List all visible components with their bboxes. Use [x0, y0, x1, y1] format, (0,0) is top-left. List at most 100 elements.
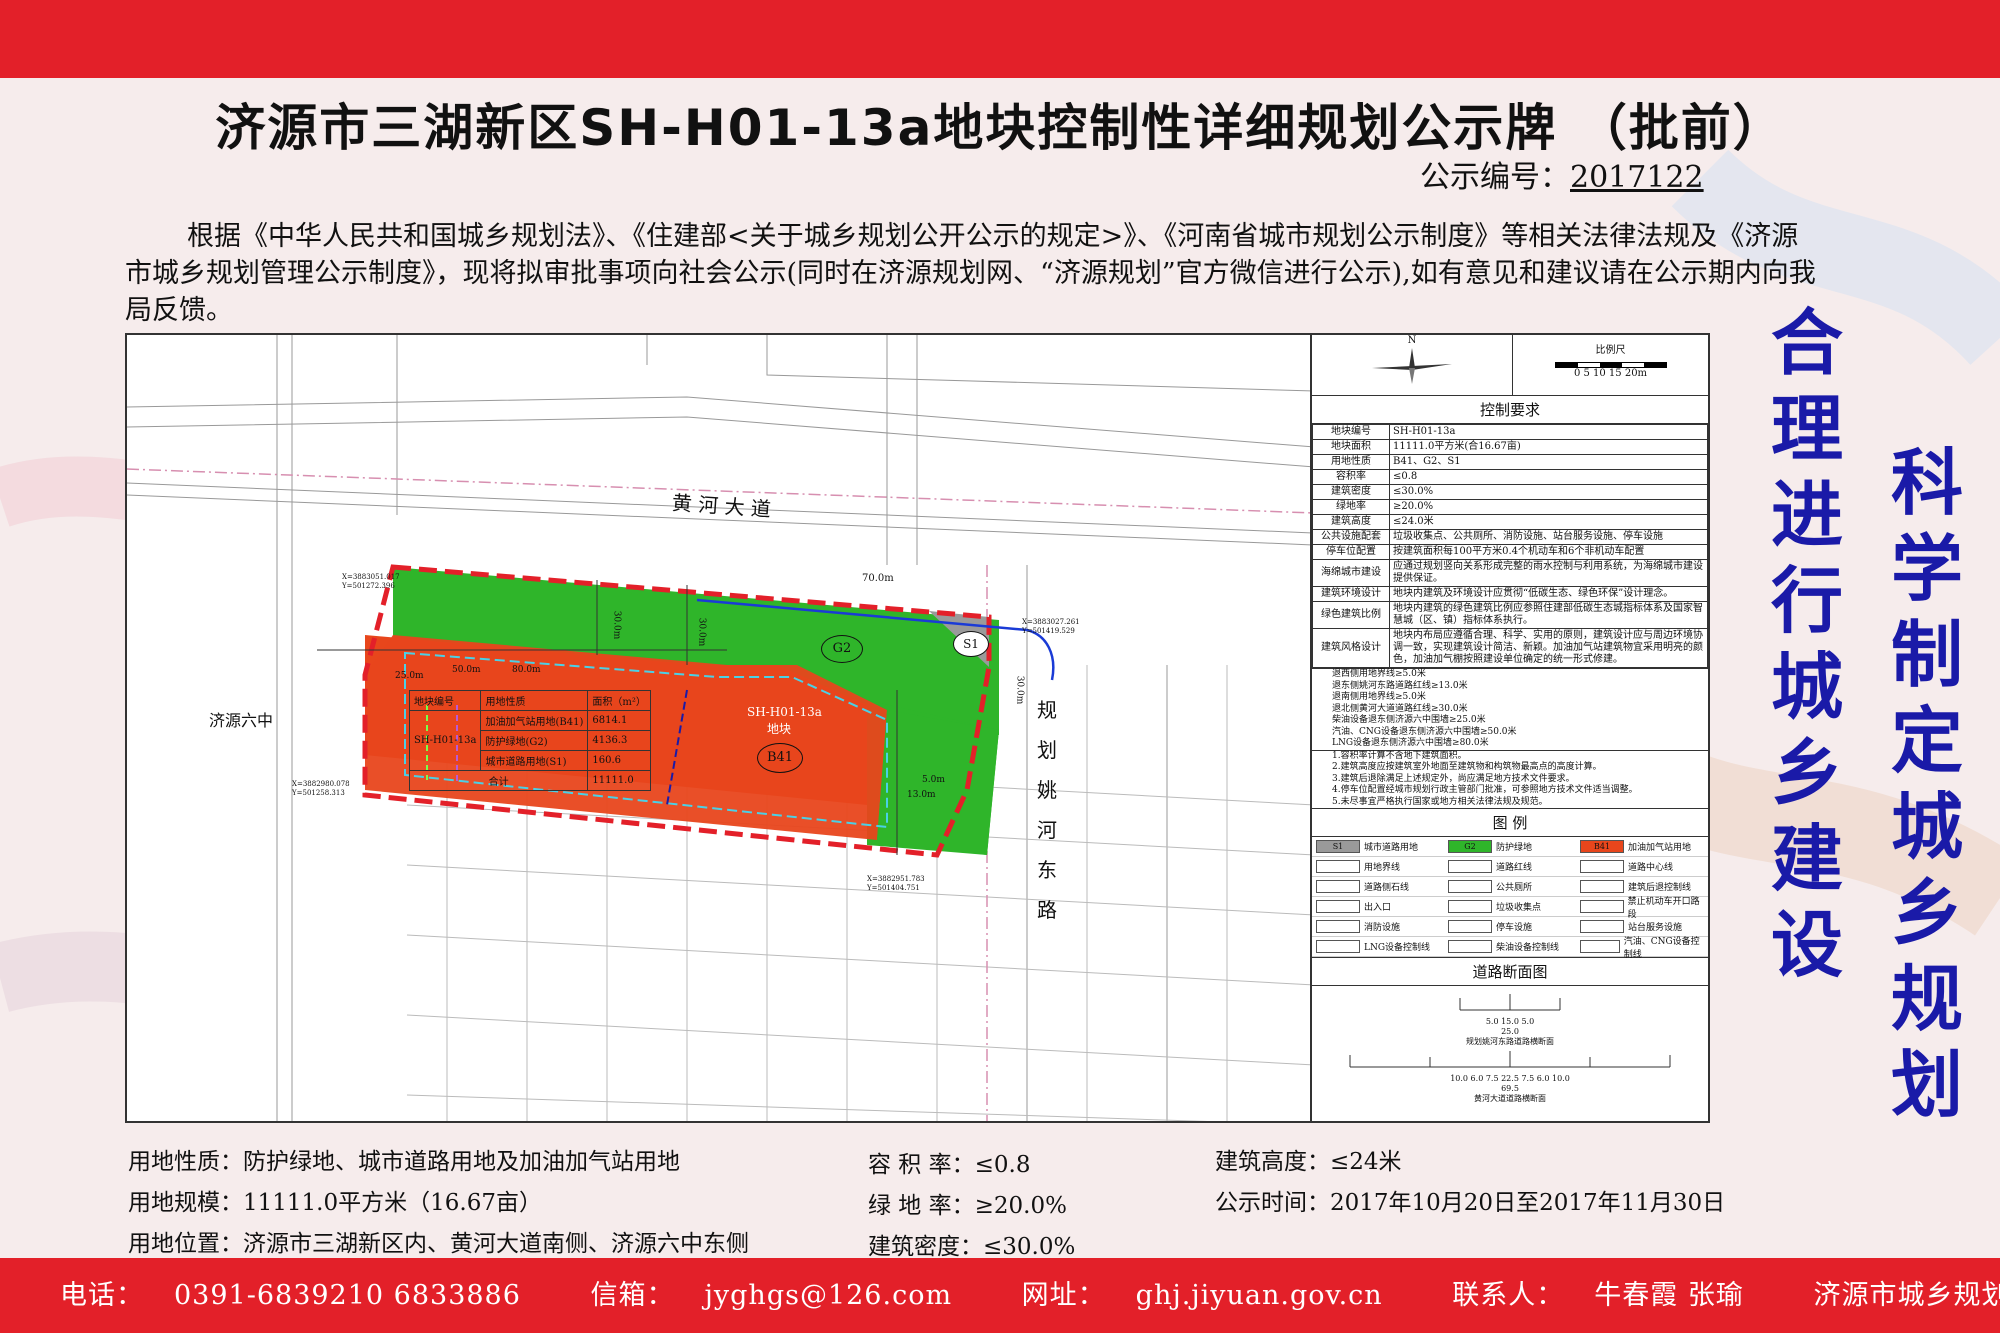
legend-item: 消防设施 [1312, 917, 1444, 937]
control-value: ≤30.0% [1389, 484, 1708, 500]
control-row: 海绵城市建设 应通过规划竖向关系形成完整的雨水控制与利用系统，为海绵城市建设提供保… [1312, 559, 1708, 587]
legend-label: 停车设施 [1496, 923, 1533, 933]
summary-period: 公示时间：2017年10月20日至2017年11月30日 [1215, 1190, 1726, 1216]
legend-label: 道路红线 [1496, 863, 1533, 873]
legend-item: 停车设施 [1444, 917, 1576, 937]
site-total: 11111.0 [587, 770, 651, 791]
legend-label: 禁止机动车开口路段 [1627, 896, 1700, 920]
control-row: 建筑高度 ≤24.0米 [1312, 514, 1708, 530]
footer-phone: 电话： 0391-6839210 6833886 [60, 1280, 521, 1311]
control-row: 地块编号 SH-H01-13a [1312, 424, 1708, 440]
slogan-left: 合理进行城乡建设 [1770, 301, 1843, 987]
legend-swatch [1580, 920, 1624, 933]
legend-swatch [1448, 860, 1492, 873]
footer-contact: 联系人： 牛春霞 张瑜 [1452, 1280, 1744, 1311]
site-plan-drawing [127, 335, 1310, 1121]
control-row: 用地性质 B41、G2、S1 [1312, 454, 1708, 470]
dim-30b: 30.0m [696, 617, 707, 647]
coord-4: X=3882951.783 Y=501404.751 [867, 875, 925, 892]
control-value: ≥20.0% [1389, 499, 1708, 515]
site-header-area: 面积（m²） [587, 690, 651, 711]
notice-number-label: 公示编号： [1420, 160, 1570, 195]
legend-label: 出入口 [1364, 903, 1392, 913]
dim-50: 50.0m [452, 665, 481, 675]
site-total-label: 合计 [408, 770, 589, 791]
control-panel: N 比例尺 0 5 10 15 20m 控制要求 地块编号 SH-H01-13a 地… [1310, 333, 1710, 1123]
control-row: 绿地率 ≥20.0% [1312, 499, 1708, 515]
legend-item: 道路红线 [1444, 857, 1576, 877]
summary-green: 绿 地 率：≥20.0% [868, 1193, 1067, 1219]
footer-mail: 信箱： jyghgs@126.com [590, 1280, 953, 1311]
control-row: 建筑风格设计 地块内布局应遵循合理、科学、实用的原则，建筑设计应与周边环境协调一致… [1312, 628, 1708, 668]
north-scale-row: N 比例尺 0 5 10 15 20m [1312, 335, 1708, 396]
control-key: 建筑高度 [1312, 514, 1390, 530]
legend-item: LNG设备控制线 [1312, 937, 1444, 957]
note-item: 2.建筑高度应按建筑室外地面至建筑物和构筑物最高点的高度计算。 [1332, 762, 1602, 772]
legend-swatch [1580, 860, 1624, 873]
control-value: SH-H01-13a [1389, 424, 1708, 440]
legend-label: 道路侧石线 [1364, 883, 1410, 893]
control-value: B41、G2、S1 [1389, 454, 1708, 470]
site-row-area: 4136.3 [587, 730, 651, 751]
notice-number-value: 2017122 [1570, 160, 1704, 195]
control-value: 地块内布局应遵循合理、科学、实用的原则，建筑设计应与周边环境协调一致，实现建筑设… [1389, 628, 1708, 668]
control-key: 用地性质 [1312, 454, 1390, 470]
legend-swatch [1316, 860, 1360, 873]
section1-total: 25.0 [1501, 1027, 1519, 1036]
note-item: 5.未尽事宜严格执行国家或地方相关法律法规及规范。 [1332, 796, 1548, 807]
setback-item: 汽油、CNG设备退东侧济源六中围墙≥50.0米 [1332, 726, 1517, 737]
summary-density: 建筑密度：≤30.0% [868, 1234, 1076, 1260]
legend-label: 公共厕所 [1496, 883, 1533, 893]
legend-swatch [1316, 940, 1360, 953]
badge-b41: B41 [757, 743, 803, 773]
control-key: 容积率 [1312, 469, 1390, 485]
legend-label: 城市道路用地 [1364, 843, 1419, 853]
legend-grid: S1 城市道路用地 G2 防护绿地 B41 加油加气站用地用地界线 道路红线 道路中心线道路侧… [1312, 837, 1708, 960]
legend-swatch [1448, 940, 1492, 953]
control-row: 公共设施配套 垃圾收集点、公共厕所、消防设施、站台服务设施、停车设施 [1312, 529, 1708, 545]
site-plan-map: 黄 河 大 道 规 划 姚 河 东 路 济源六中 SH-H01-13a 地块 B… [125, 333, 1312, 1123]
legend-swatch [1448, 880, 1492, 893]
badge-g2: G2 [821, 635, 863, 663]
school-label: 济源六中 [209, 711, 274, 730]
note-item: 3.建筑后退除满足上述规定外，尚应满足地方技术文件要求。 [1332, 773, 1575, 784]
site-row-area: 6814.1 [587, 710, 651, 731]
legend-swatch: B41 [1580, 840, 1624, 853]
coord-1: X=3883051.017 Y=501272.396 [342, 573, 400, 590]
site-row-use: 城市道路用地(S1) [480, 750, 589, 771]
legend-item: 用地界线 [1312, 857, 1444, 877]
section-title: 道路断面图 [1312, 957, 1708, 986]
legend-label: 柴油设备控制线 [1496, 943, 1560, 953]
control-key: 公共设施配套 [1312, 529, 1390, 545]
legend-item: 禁止机动车开口路段 [1576, 896, 1708, 920]
legend-item: B41 加油加气站用地 [1576, 837, 1708, 857]
legend-swatch [1448, 920, 1492, 933]
control-row: 绿色建筑比例 地块内建筑的绿色建筑比例应参照住建部低碳生态城指标体系及国家智慧城（… [1312, 601, 1708, 629]
dim-13: 13.0m [907, 790, 936, 800]
legend-swatch: G2 [1448, 840, 1492, 853]
site-row-use: 防护绿地(G2) [480, 730, 589, 751]
legend-item: 出入口 [1312, 897, 1444, 917]
legend-label: 加油加气站用地 [1628, 843, 1692, 853]
site-row-area: 160.6 [587, 750, 651, 771]
legend-swatch [1580, 900, 1624, 913]
control-value: 垃圾收集点、公共厕所、消防设施、站台服务设施、停车设施 [1389, 529, 1708, 545]
legend-item: G2 防护绿地 [1444, 837, 1576, 857]
setback-list: 退西侧用地界线≥5.0米 退东侧姚河东路道路红线≥13.0米 退南侧用地界线≥5.0… [1312, 668, 1708, 750]
scale-ticks: 0 5 10 15 20m [1573, 368, 1648, 379]
legend-item: 道路中心线 [1576, 857, 1708, 877]
section1-dims: 5.0 15.0 5.0 [1485, 1017, 1535, 1026]
legend-item: S1 城市道路用地 [1312, 837, 1444, 857]
note-item: 1.容积率计算不含地下建筑面积。 [1332, 750, 1467, 761]
notes-list: 1.容积率计算不含地下建筑面积。 2.建筑高度应按建筑室外地面至建筑物和构筑物最高… [1312, 749, 1708, 809]
setback-item: 退北侧黄河大道道路红线≥30.0米 [1332, 703, 1468, 714]
compass-icon [1372, 348, 1452, 384]
section1-drawing [1459, 994, 1561, 1011]
summary-height: 建筑高度：≤24米 [1215, 1149, 1402, 1175]
control-value: ≤24.0米 [1389, 514, 1708, 530]
control-value: 应通过规划竖向关系形成完整的雨水控制与利用系统，为海绵城市建设提供保证。 [1389, 559, 1708, 587]
legend-label: 消防设施 [1364, 923, 1401, 933]
control-key: 建筑密度 [1312, 484, 1390, 500]
control-key: 地块编号 [1312, 424, 1390, 440]
legend-item: 垃圾收集点 [1444, 897, 1576, 917]
